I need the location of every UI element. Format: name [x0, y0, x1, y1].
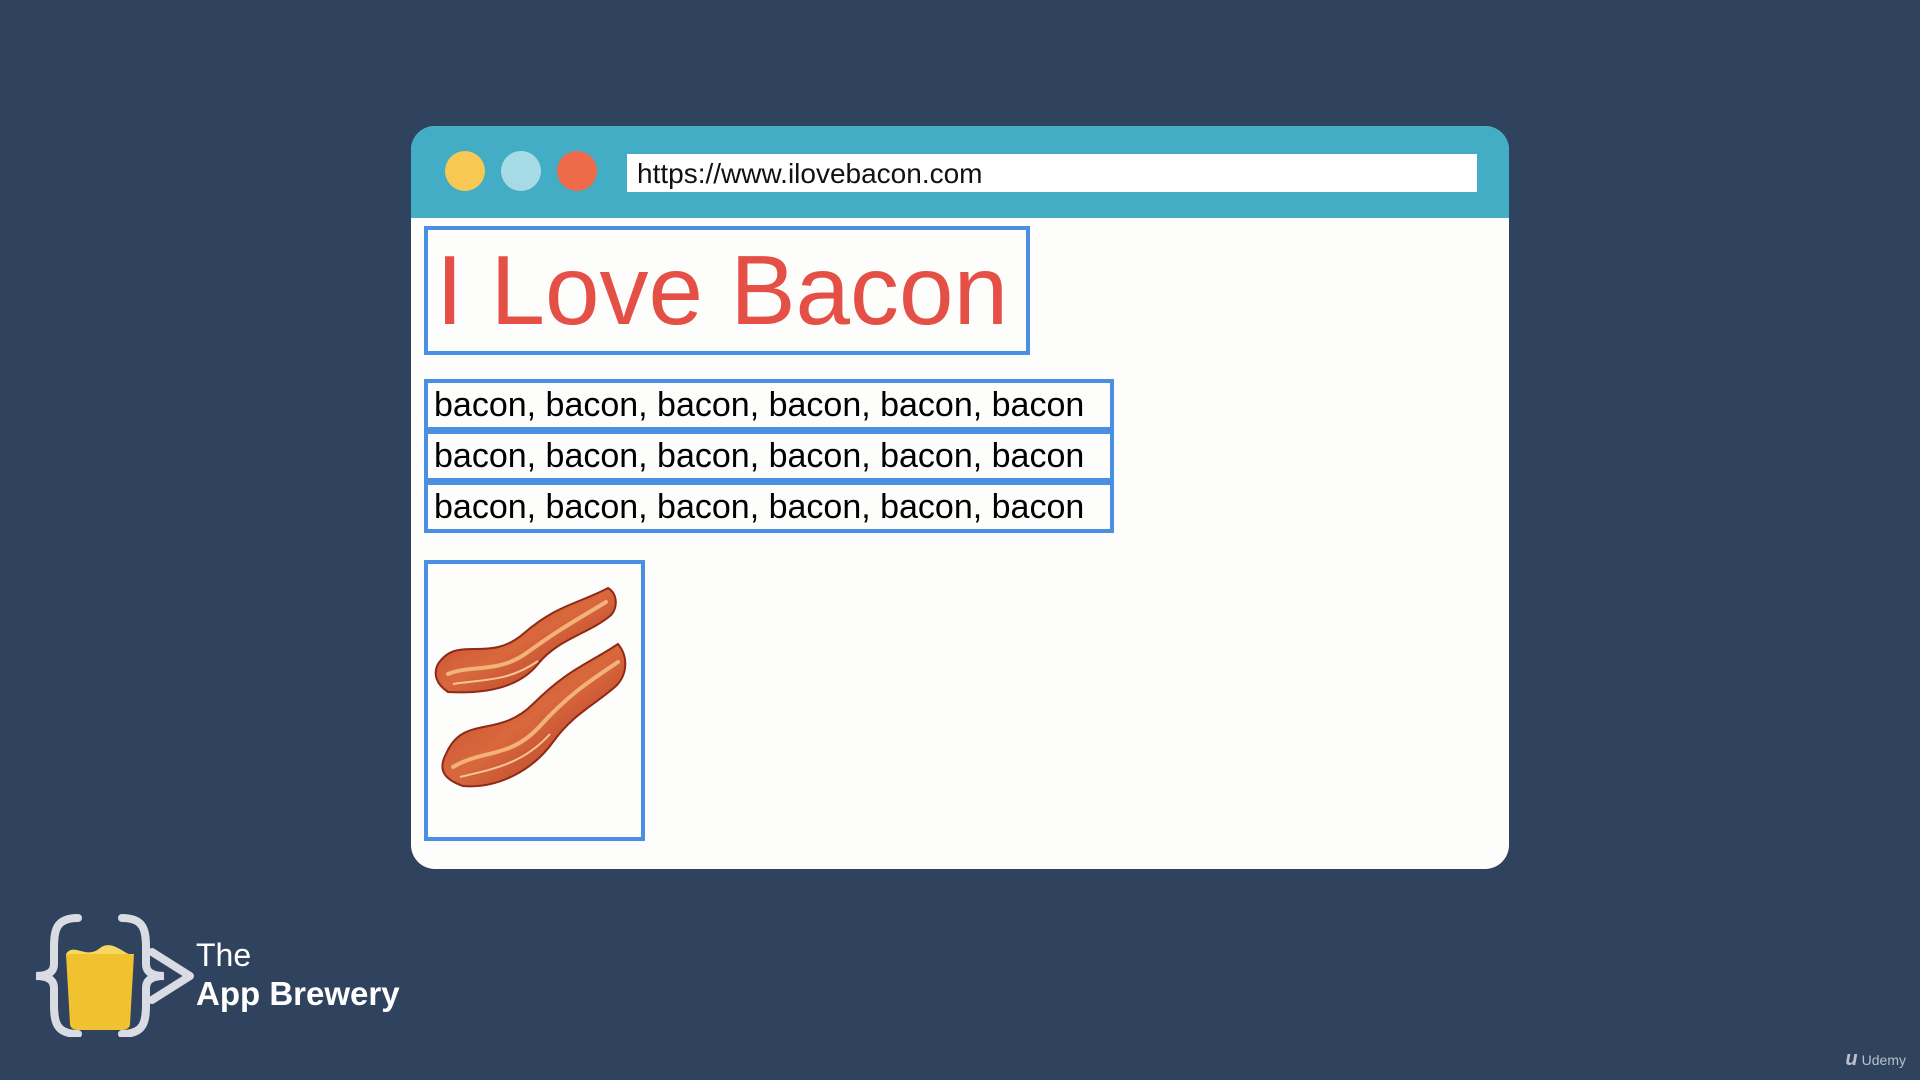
browser-titlebar: https://www.ilovebacon.com — [411, 126, 1509, 218]
page-heading: I Love Bacon — [424, 226, 1030, 355]
maximize-button[interactable] — [501, 151, 541, 191]
paragraph-1: bacon, bacon, bacon, bacon, bacon, bacon — [424, 379, 1114, 431]
paragraph-2: bacon, bacon, bacon, bacon, bacon, bacon — [424, 430, 1114, 482]
udemy-text: Udemy — [1861, 1052, 1906, 1068]
logo-text-the: The — [196, 937, 252, 973]
udemy-icon: u — [1845, 1048, 1858, 1070]
bacon-image — [424, 560, 645, 841]
address-bar[interactable]: https://www.ilovebacon.com — [627, 154, 1477, 192]
browser-window: https://www.ilovebacon.com I Love Bacon … — [411, 126, 1509, 869]
minimize-button[interactable] — [445, 151, 485, 191]
bacon-icon — [434, 586, 627, 788]
paragraph-3: bacon, bacon, bacon, bacon, bacon, bacon — [424, 481, 1114, 533]
close-button[interactable] — [557, 151, 597, 191]
udemy-watermark: u Udemy — [1845, 1049, 1906, 1070]
logo-text-app-brewery: App Brewery — [196, 975, 400, 1012]
